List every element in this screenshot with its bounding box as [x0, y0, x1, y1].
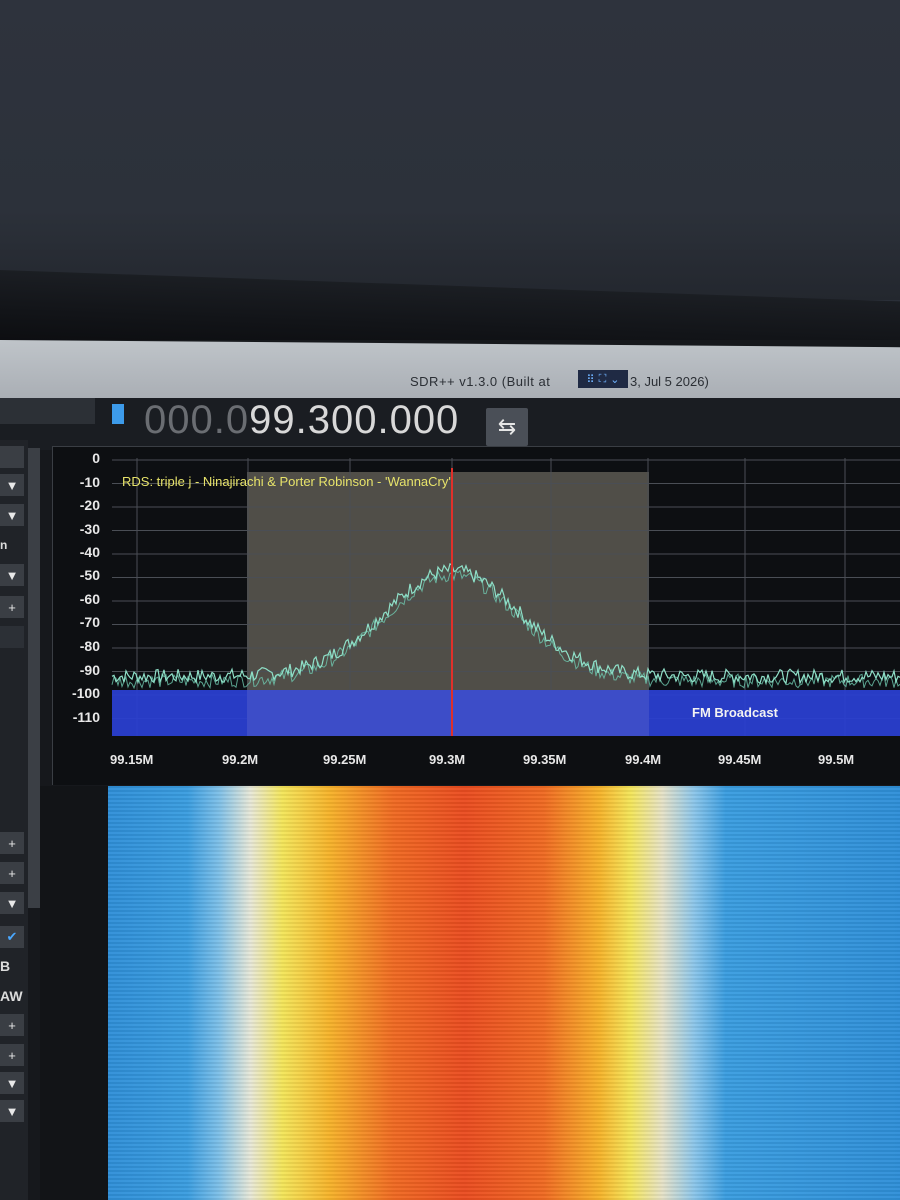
dropdown-arrow-icon: ▼	[5, 1075, 19, 1091]
sidebar-dropdown-button[interactable]: ▼	[0, 1100, 24, 1122]
y-tick-label: -100	[71, 685, 100, 701]
x-tick-label: 99.25M	[323, 752, 367, 767]
y-tick-label: -50	[79, 567, 100, 583]
sidebar-plus-button[interactable]: +	[0, 1014, 24, 1036]
y-tick-label: -60	[79, 591, 100, 607]
x-tick-label: 99.45M	[718, 752, 762, 767]
y-tick-label: -70	[79, 614, 100, 630]
sidebar-plus-button[interactable]: +	[0, 832, 24, 854]
waterfall-gutter	[40, 786, 108, 1200]
sidebar-checkbox[interactable]: ✔	[0, 926, 24, 948]
band-plan-label: FM Broadcast	[692, 705, 778, 720]
sidebar-label: AW	[0, 988, 23, 1004]
x-tick-label: 99.4M	[625, 752, 662, 767]
y-tick-label: -110	[72, 709, 100, 725]
x-tick-label: 99.5M	[818, 752, 855, 767]
checkmark-icon: ✔	[6, 929, 18, 944]
y-tick-label: -20	[79, 497, 100, 513]
y-tick-label: -30	[79, 521, 100, 537]
y-tick-label: 0	[92, 450, 100, 466]
sidebar-dropdown-button[interactable]: ▼	[0, 892, 24, 914]
rds-text: RDS: triple j - Ninajirachi & Porter Rob…	[122, 474, 451, 489]
x-tick-label: 99.2M	[222, 752, 259, 767]
band-plan-overlay-vfo	[247, 690, 649, 736]
plus-icon: +	[8, 1047, 16, 1063]
x-tick-label: 99.15M	[110, 752, 154, 767]
plus-icon: +	[8, 865, 16, 881]
y-tick-label: -90	[79, 662, 100, 678]
dropdown-arrow-icon: ▼	[5, 895, 19, 911]
fft-plot[interactable]	[0, 0, 900, 800]
plus-icon: +	[8, 1017, 16, 1033]
y-tick-label: -40	[79, 544, 100, 560]
x-tick-label: 99.3M	[429, 752, 466, 767]
dropdown-arrow-icon: ▼	[5, 1103, 19, 1119]
y-tick-label: -80	[79, 638, 100, 654]
x-tick-label: 99.35M	[523, 752, 567, 767]
sidebar-dropdown-button[interactable]: ▼	[0, 1072, 24, 1094]
waterfall-texture	[108, 786, 900, 1200]
sidebar-plus-button[interactable]: +	[0, 1044, 24, 1066]
plus-icon: +	[8, 835, 16, 851]
sidebar-label: B	[0, 958, 11, 974]
y-tick-label: -10	[79, 474, 100, 490]
sidebar-plus-button[interactable]: +	[0, 862, 24, 884]
